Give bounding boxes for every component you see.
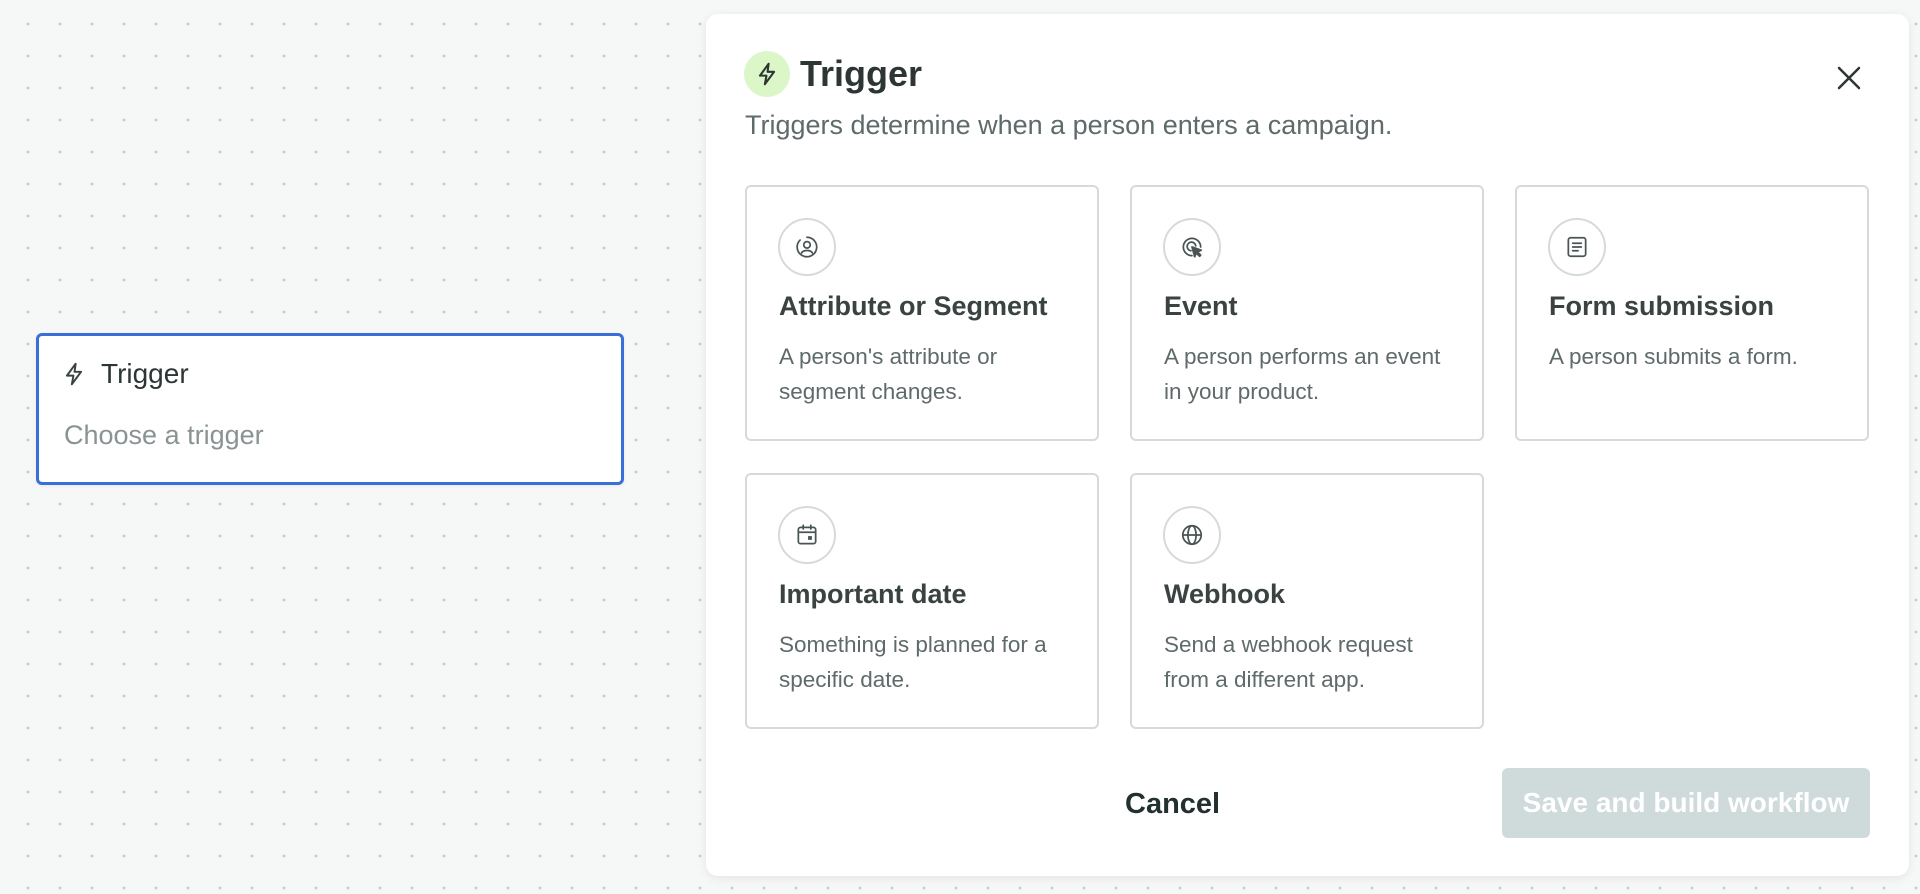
modal-title: Trigger [800, 53, 923, 94]
modal-subtitle: Triggers determine when a person enters … [745, 110, 1393, 140]
option-description: A person's attribute or segment changes. [779, 344, 998, 404]
option-title: Event [1164, 291, 1238, 321]
person-circle-icon [778, 218, 836, 276]
option-attribute-or-segment[interactable]: Attribute or Segment A person's attribut… [745, 185, 1099, 441]
option-title: Form submission [1549, 291, 1775, 321]
trigger-modal: Trigger Triggers determine when a person… [706, 14, 1909, 876]
trigger-node-header: Trigger [61, 358, 189, 390]
trigger-node-title: Trigger [101, 358, 189, 389]
option-important-date[interactable]: Important date Something is planned for … [745, 473, 1099, 729]
bolt-icon [744, 51, 790, 97]
calendar-icon [778, 506, 836, 564]
trigger-node-placeholder: Choose a trigger [64, 420, 264, 450]
option-title: Attribute or Segment [779, 291, 1048, 321]
option-title: Important date [779, 579, 967, 609]
form-icon [1548, 218, 1606, 276]
bolt-icon [61, 361, 87, 387]
option-form-submission[interactable]: Form submission A person submits a form. [1515, 185, 1869, 441]
close-button[interactable] [1829, 58, 1869, 98]
option-description: A person submits a form. [1549, 344, 1798, 369]
modal-header: Trigger [744, 51, 922, 97]
option-description: A person performs an event in your produ… [1164, 344, 1441, 404]
cursor-click-icon [1163, 218, 1221, 276]
trigger-node[interactable]: Trigger Choose a trigger [36, 333, 624, 485]
cancel-button[interactable]: Cancel [1125, 788, 1220, 821]
option-webhook[interactable]: Webhook Send a webhook request from a di… [1130, 473, 1484, 729]
option-title: Webhook [1164, 579, 1285, 609]
option-description: Something is planned for a specific date… [779, 632, 1047, 692]
trigger-options-grid: Attribute or Segment A person's attribut… [745, 185, 1869, 729]
globe-icon [1163, 506, 1221, 564]
option-description: Send a webhook request from a different … [1164, 632, 1413, 692]
option-event[interactable]: Event A person performs an event in your… [1130, 185, 1484, 441]
save-and-build-workflow-button[interactable]: Save and build workflow [1502, 768, 1870, 838]
close-icon [1834, 63, 1864, 93]
